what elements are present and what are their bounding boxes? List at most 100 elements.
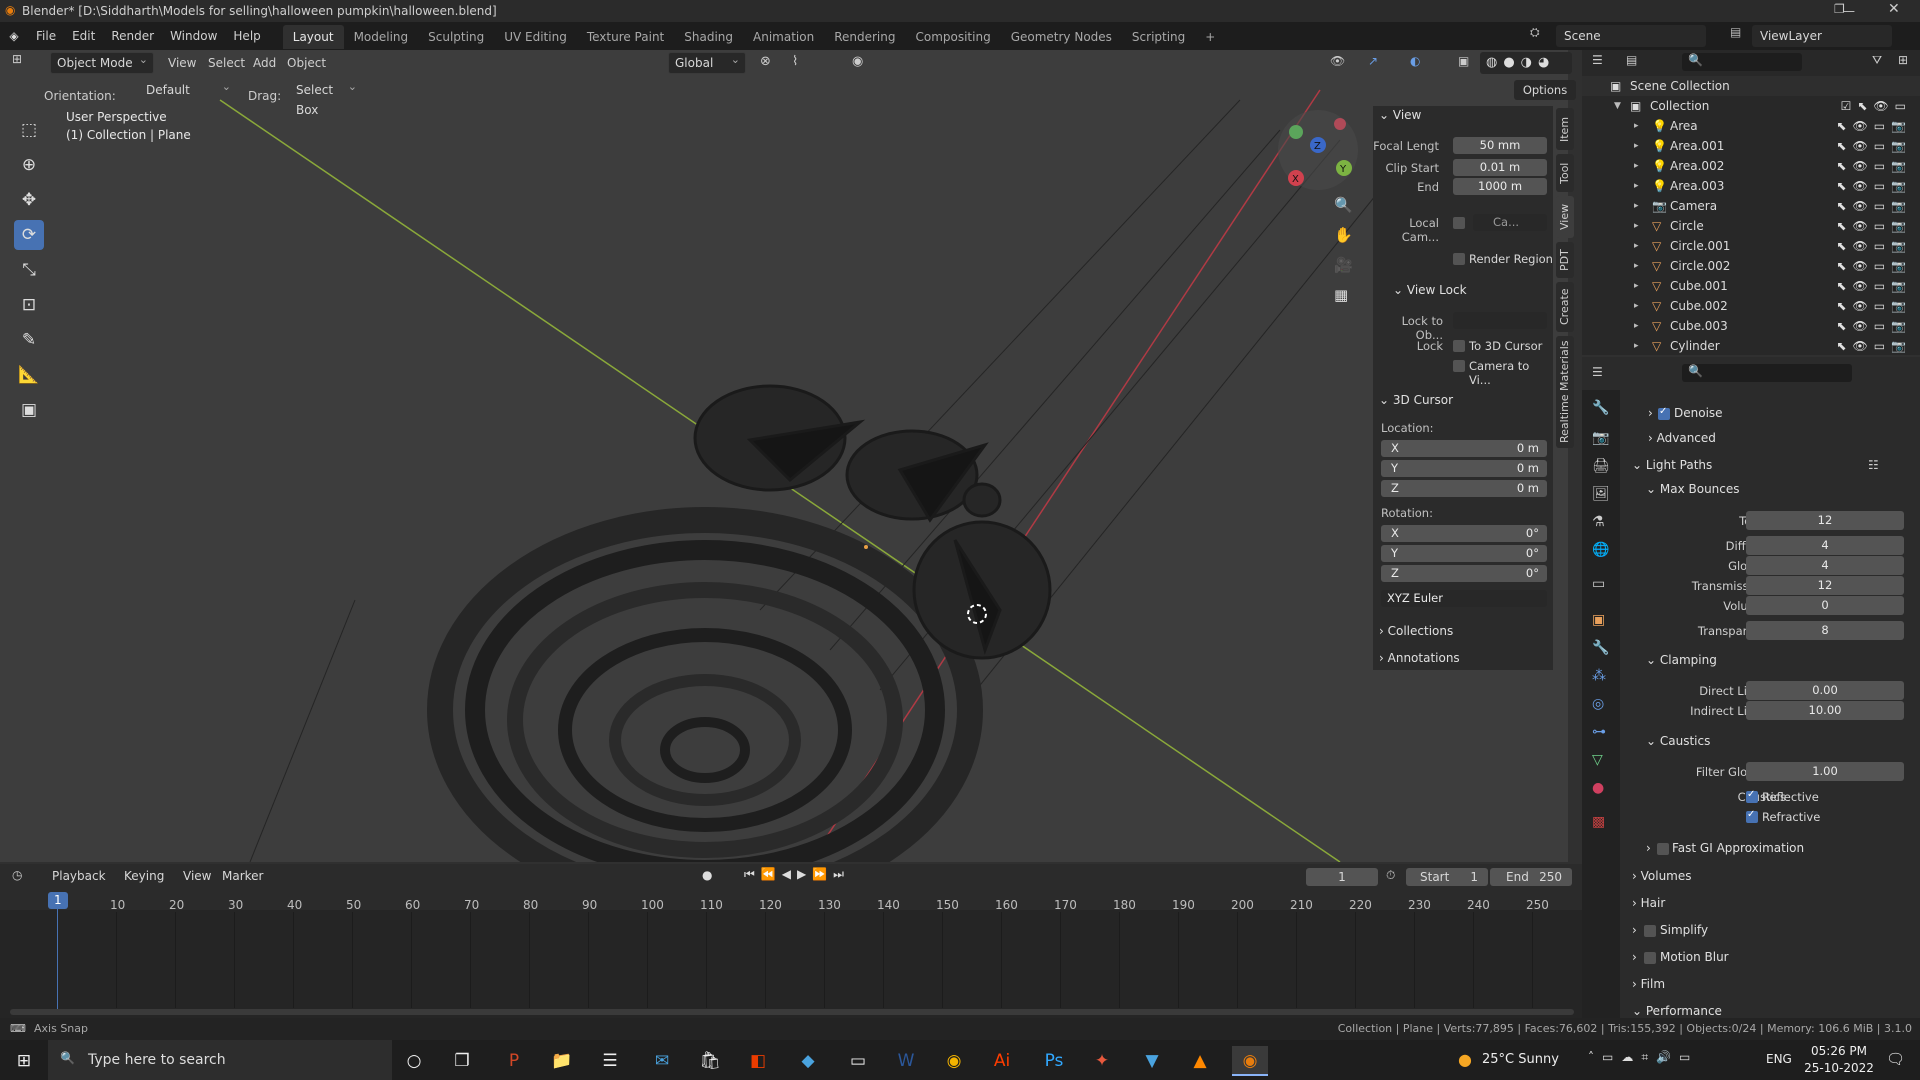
- menu-render[interactable]: Render: [103, 22, 162, 50]
- menu-keying[interactable]: Keying: [124, 869, 164, 883]
- camera-to-view-checkbox[interactable]: [1453, 360, 1465, 372]
- weather-text[interactable]: 25°C Sunny: [1482, 1052, 1559, 1067]
- annotations-header[interactable]: › Annotations: [1379, 651, 1460, 665]
- hair-section[interactable]: › Hair: [1632, 896, 1665, 910]
- vlc-icon[interactable]: ▲: [1182, 1046, 1218, 1076]
- tab-uv-editing[interactable]: UV Editing: [494, 25, 577, 49]
- shading-mode-buttons[interactable]: ◍●◑◕: [1480, 52, 1572, 74]
- local-camera-checkbox[interactable]: [1453, 217, 1465, 229]
- simplify-section[interactable]: ›: [1632, 923, 1637, 937]
- menu-marker[interactable]: Marker: [222, 869, 263, 883]
- outliner-row[interactable]: ▸ ▽ Circle ⬉👁▭📷: [1582, 216, 1920, 236]
- add-cube-tool-icon[interactable]: ▣: [14, 395, 44, 425]
- 3d-cursor-header[interactable]: ⌄ 3D Cursor: [1379, 393, 1453, 407]
- pan-hand-icon[interactable]: ✋: [1334, 226, 1353, 244]
- expand-icon[interactable]: ▸: [1634, 136, 1639, 156]
- menu-view[interactable]: View: [168, 56, 196, 70]
- menu-playback[interactable]: Playback: [52, 869, 106, 883]
- outliner-search-input[interactable]: 🔍: [1682, 53, 1802, 71]
- caustics-section[interactable]: ⌄ Caustics: [1646, 734, 1710, 748]
- material-tab-icon[interactable]: ●: [1592, 780, 1604, 796]
- visibility-toggles[interactable]: ⬉👁▭📷: [1836, 116, 1912, 136]
- bounce-field[interactable]: 12: [1746, 511, 1904, 530]
- tab-scripting[interactable]: Scripting: [1122, 25, 1195, 49]
- xray-icon[interactable]: ▣: [1458, 54, 1469, 68]
- menu-add[interactable]: Add: [253, 56, 276, 70]
- outliner-row[interactable]: ▸ ▽ Circle.002 ⬉👁▭📷: [1582, 256, 1920, 276]
- advanced-section[interactable]: › Advanced: [1648, 431, 1716, 445]
- office-icon[interactable]: ◧: [740, 1046, 776, 1076]
- gizmo-toggle-icon[interactable]: ↗: [1368, 54, 1378, 68]
- outliner-row[interactable]: ▸ ▽ Cube.003 ⬉👁▭📷: [1582, 316, 1920, 336]
- app3-icon[interactable]: ▭: [840, 1046, 876, 1076]
- tab-rendering[interactable]: Rendering: [824, 25, 905, 49]
- outliner-row[interactable]: ▸ ▽ Circle.001 ⬉👁▭📷: [1582, 236, 1920, 256]
- visibility-toggles[interactable]: ⬉👁▭📷: [1836, 296, 1912, 316]
- perspective-toggle-icon[interactable]: ▦: [1334, 286, 1348, 304]
- indirect-light-field[interactable]: 10.00: [1746, 701, 1904, 720]
- expand-icon[interactable]: ▸: [1634, 116, 1639, 136]
- rotation-x-field[interactable]: X 0°: [1381, 525, 1547, 542]
- clamping-section[interactable]: ⌄ Clamping: [1646, 653, 1717, 667]
- blender-menu-icon[interactable]: ◈: [0, 29, 28, 43]
- outliner-row[interactable]: ▸ 💡 Area.001 ⬉👁▭📷: [1582, 136, 1920, 156]
- rotation-y-field[interactable]: Y 0°: [1381, 545, 1547, 562]
- expand-icon[interactable]: ▸: [1634, 276, 1639, 296]
- snap-icon[interactable]: ⌇: [792, 54, 798, 69]
- timeline-editor-icon[interactable]: ◷: [12, 868, 22, 882]
- task-view-icon[interactable]: ❐: [444, 1046, 480, 1076]
- playback-controls[interactable]: ⏮⏪◀▶⏩⏭: [744, 867, 856, 887]
- particles-tab-icon[interactable]: ⁂: [1592, 668, 1606, 684]
- tab-sculpting[interactable]: Sculpting: [418, 25, 494, 49]
- overlay-toggle-icon[interactable]: ◐: [1410, 54, 1420, 68]
- annotate-tool-icon[interactable]: ✎: [14, 325, 44, 355]
- outliner-row[interactable]: ▸ ▽ Cube.001 ⬉👁▭📷: [1582, 276, 1920, 296]
- constraints-tab-icon[interactable]: ⊶: [1592, 724, 1606, 740]
- proportional-edit-icon[interactable]: ◉: [852, 54, 863, 69]
- start-frame-field[interactable]: Start 1: [1406, 868, 1488, 886]
- expand-icon[interactable]: ▸: [1634, 336, 1639, 356]
- visibility-toggles[interactable]: ⬉👁▭📷: [1836, 276, 1912, 296]
- tab-realtime-materials[interactable]: Realtime Materials: [1556, 336, 1574, 448]
- collection-row[interactable]: ▼ ▣ Collection ☑⬉👁▭: [1582, 96, 1920, 116]
- app-icon[interactable]: ☰: [592, 1046, 628, 1076]
- clock-date[interactable]: 25-10-2022: [1802, 1061, 1876, 1075]
- language-indicator[interactable]: ENG: [1766, 1052, 1792, 1066]
- scene-collection-row[interactable]: ▣ Scene Collection: [1582, 76, 1920, 96]
- cursor-tool-icon[interactable]: ⊕: [14, 150, 44, 180]
- new-collection-icon[interactable]: ⊞: [1898, 53, 1908, 67]
- close-button[interactable]: ✕: [1888, 1, 1900, 17]
- fast-gi-section[interactable]: ›: [1646, 841, 1651, 855]
- rotate-tool-icon[interactable]: ⟳: [14, 220, 44, 250]
- texture-tab-icon[interactable]: ▩: [1592, 814, 1605, 830]
- camera-view-icon[interactable]: 🎥: [1334, 256, 1353, 274]
- view-section-header[interactable]: ⌄ View: [1379, 108, 1421, 122]
- physics-tab-icon[interactable]: ◎: [1592, 696, 1604, 712]
- tab-shading[interactable]: Shading: [674, 25, 743, 49]
- filter-icon[interactable]: ⛛: [1872, 53, 1882, 68]
- cortana-icon[interactable]: ○: [396, 1046, 432, 1076]
- preview-range-icon[interactable]: ⏱: [1386, 868, 1395, 883]
- menu-object[interactable]: Object: [287, 56, 326, 70]
- rotation-mode-dropdown[interactable]: XYZ Euler: [1381, 590, 1547, 607]
- motion-blur-checkbox[interactable]: [1644, 952, 1656, 964]
- photoshop-icon[interactable]: Ps: [1036, 1046, 1072, 1076]
- transform-tool-icon[interactable]: ⊡: [14, 290, 44, 320]
- location-z-field[interactable]: Z0 m: [1381, 480, 1547, 497]
- expand-icon[interactable]: ▸: [1634, 256, 1639, 276]
- visibility-toggles[interactable]: ⬉👁▭📷: [1836, 316, 1912, 336]
- menu-select[interactable]: Select: [208, 56, 245, 70]
- expand-icon[interactable]: ▸: [1634, 236, 1639, 256]
- focal-length-field[interactable]: 50 mm: [1453, 137, 1547, 154]
- view-layer-tab-icon[interactable]: 🖼: [1592, 486, 1610, 502]
- tab-layout[interactable]: Layout: [282, 25, 344, 49]
- powerpoint-icon[interactable]: P: [496, 1046, 532, 1076]
- menu-edit[interactable]: Edit: [64, 22, 103, 50]
- output-tab-icon[interactable]: 🖨: [1592, 458, 1610, 474]
- outliner-row[interactable]: ▸ 💡 Area.003 ⬉👁▭📷: [1582, 176, 1920, 196]
- expand-icon[interactable]: ▸: [1634, 176, 1639, 196]
- outliner-row[interactable]: ▸ ▽ Cylinder ⬉👁▭📷: [1582, 336, 1920, 356]
- properties-search-input[interactable]: 🔍: [1682, 364, 1852, 382]
- clip-start-field[interactable]: 0.01 m: [1453, 159, 1547, 176]
- visibility-toggles[interactable]: ⬉👁▭📷: [1836, 216, 1912, 236]
